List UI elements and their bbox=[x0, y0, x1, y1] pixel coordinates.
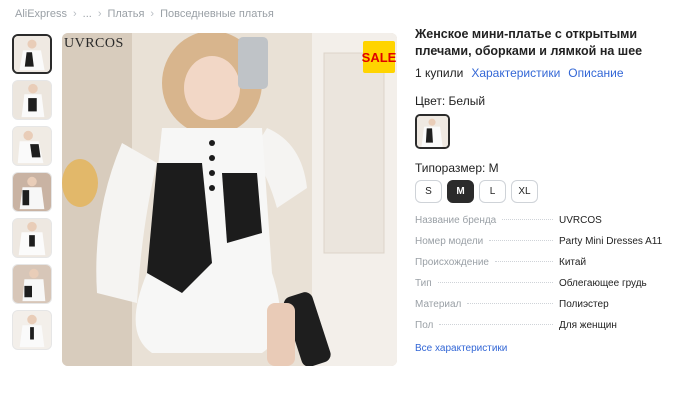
thumbnail-list bbox=[12, 34, 52, 350]
spec-row-model: Номер модели Party Mini Dresses A11 bbox=[415, 236, 690, 257]
thumbnail-3[interactable] bbox=[12, 126, 52, 166]
breadcrumb-aliexpress[interactable]: AliExpress bbox=[15, 8, 67, 20]
spec-key: Название бренда bbox=[415, 215, 497, 226]
spec-key: Тип bbox=[415, 278, 432, 289]
spec-value: Party Mini Dresses A11 bbox=[559, 236, 663, 247]
sale-badge: SALE bbox=[362, 41, 396, 73]
spec-key: Материал bbox=[415, 299, 462, 310]
brand-watermark: UVRCOS bbox=[64, 36, 124, 51]
spec-key: Номер модели bbox=[415, 236, 484, 247]
size-options: S M L XL bbox=[415, 180, 690, 203]
spec-row-type: Тип Облегающее грудь bbox=[415, 278, 690, 299]
size-option-s[interactable]: S bbox=[415, 180, 442, 203]
spec-key-cell: Происхождение bbox=[415, 257, 559, 268]
product-page: AliExpress › ... › Платья › Повседневные… bbox=[0, 0, 697, 400]
spec-dots bbox=[467, 303, 553, 304]
breadcrumb-separator: › bbox=[97, 8, 102, 20]
spec-key-cell: Название бренда bbox=[415, 215, 559, 226]
thumbnail-2[interactable] bbox=[12, 80, 52, 120]
spec-key-cell: Пол bbox=[415, 320, 559, 331]
spec-value: UVRCOS bbox=[559, 215, 602, 226]
all-characteristics-link[interactable]: Все характеристики bbox=[415, 343, 690, 354]
size-option-m[interactable]: M bbox=[447, 180, 474, 203]
thumbnail-7[interactable] bbox=[12, 310, 52, 350]
description-link[interactable]: Описание bbox=[568, 66, 623, 80]
breadcrumb-ellipsis[interactable]: ... bbox=[83, 8, 92, 20]
color-swatch-white[interactable] bbox=[415, 114, 450, 149]
product-meta: 1 купили Характеристики Описание bbox=[415, 66, 690, 80]
spec-value: Облегающее грудь bbox=[559, 278, 647, 289]
breadcrumb-separator: › bbox=[150, 8, 155, 20]
breadcrumb-casual-dresses[interactable]: Повседневные платья bbox=[160, 8, 274, 20]
spec-key: Происхождение bbox=[415, 257, 489, 268]
size-option-l[interactable]: L bbox=[479, 180, 506, 203]
spec-dots bbox=[439, 324, 553, 325]
spec-table: Название бренда UVRCOS Номер модели Part… bbox=[415, 215, 690, 341]
spec-key: Пол bbox=[415, 320, 434, 331]
spec-row-brand: Название бренда UVRCOS bbox=[415, 215, 690, 236]
spec-dots bbox=[489, 240, 553, 241]
spec-dots bbox=[495, 261, 553, 262]
product-title: Женское мини-платье с открытыми плечами,… bbox=[415, 27, 643, 58]
breadcrumb-separator: › bbox=[72, 8, 77, 20]
product-photo bbox=[62, 33, 397, 366]
breadcrumb-dresses[interactable]: Платья bbox=[107, 8, 144, 20]
sold-count: 1 купили bbox=[415, 66, 464, 80]
size-option-xl[interactable]: XL bbox=[511, 180, 538, 203]
product-info: Женское мини-платье с открытыми плечами,… bbox=[415, 26, 690, 354]
spec-value: Для женщин bbox=[559, 320, 617, 331]
spec-value: Китай bbox=[559, 257, 587, 268]
color-label: Цвет: Белый bbox=[415, 94, 486, 108]
spec-value: Полиэстер bbox=[559, 299, 609, 310]
size-label: Типоразмер: M bbox=[415, 161, 499, 175]
spec-key-cell: Тип bbox=[415, 278, 559, 289]
spec-row-material: Материал Полиэстер bbox=[415, 299, 690, 320]
thumbnail-4[interactable] bbox=[12, 172, 52, 212]
spec-row-gender: Пол Для женщин bbox=[415, 320, 690, 341]
spec-dots bbox=[437, 282, 553, 283]
thumbnail-6[interactable] bbox=[12, 264, 52, 304]
main-product-image[interactable]: UVRCOS SALE bbox=[62, 33, 397, 366]
swatch-image bbox=[417, 116, 448, 147]
thumbnail-1[interactable] bbox=[12, 34, 52, 74]
spec-key-cell: Номер модели bbox=[415, 236, 559, 247]
spec-row-origin: Происхождение Китай bbox=[415, 257, 690, 278]
spec-key-cell: Материал bbox=[415, 299, 559, 310]
thumbnail-5[interactable] bbox=[12, 218, 52, 258]
characteristics-link[interactable]: Характеристики bbox=[471, 66, 560, 80]
spec-dots bbox=[502, 219, 553, 220]
breadcrumb: AliExpress › ... › Платья › Повседневные… bbox=[15, 8, 274, 20]
